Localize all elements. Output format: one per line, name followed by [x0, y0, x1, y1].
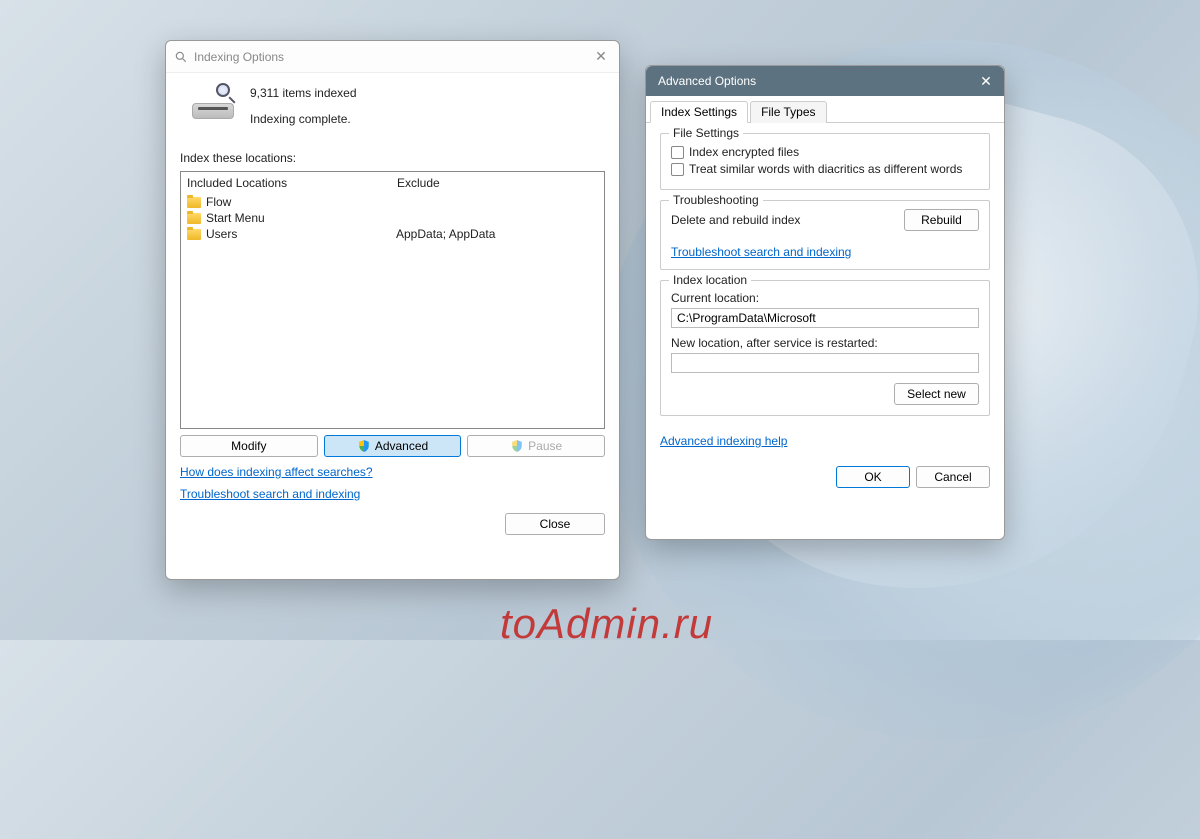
- advanced-options-window: Advanced Options ✕ Index Settings File T…: [645, 65, 1005, 540]
- file-settings-group: File Settings Index encrypted files Trea…: [660, 133, 990, 190]
- indexing-status: Indexing complete.: [250, 112, 357, 126]
- advanced-help-link[interactable]: Advanced indexing help: [660, 434, 787, 448]
- select-new-button[interactable]: Select new: [894, 383, 979, 405]
- checkbox-diacritics-label: Treat similar words with diacritics as d…: [689, 162, 962, 176]
- disk-search-icon: [188, 83, 238, 125]
- indexing-options-window: Indexing Options ✕ 9,311 items indexed I…: [165, 40, 620, 580]
- tab-strip: Index Settings File Types: [646, 96, 1004, 123]
- shield-icon: [510, 439, 524, 453]
- locations-listbox[interactable]: Included Locations Exclude Flow Start Me…: [180, 171, 605, 429]
- new-location-field[interactable]: [671, 353, 979, 373]
- rebuild-button[interactable]: Rebuild: [904, 209, 979, 231]
- pause-button-label: Pause: [528, 439, 562, 453]
- location-name: Users: [206, 227, 396, 241]
- troubleshoot-link[interactable]: Troubleshoot search and indexing: [180, 487, 360, 501]
- list-item[interactable]: Start Menu: [181, 210, 604, 226]
- locations-label: Index these locations:: [180, 151, 605, 165]
- group-legend: Index location: [669, 273, 751, 287]
- troubleshoot-link[interactable]: Troubleshoot search and indexing: [671, 245, 851, 259]
- troubleshooting-group: Troubleshooting Delete and rebuild index…: [660, 200, 990, 270]
- checkbox-diacritics[interactable]: [671, 163, 684, 176]
- current-location-field[interactable]: [671, 308, 979, 328]
- current-location-label: Current location:: [671, 291, 979, 305]
- close-button[interactable]: Close: [505, 513, 605, 535]
- shield-icon: [357, 439, 371, 453]
- index-location-group: Index location Current location: New loc…: [660, 280, 990, 416]
- column-included[interactable]: Included Locations: [187, 176, 397, 190]
- rebuild-label: Delete and rebuild index: [671, 213, 800, 227]
- help-link[interactable]: How does indexing affect searches?: [180, 465, 373, 479]
- folder-icon: [187, 197, 201, 208]
- modify-button[interactable]: Modify: [180, 435, 318, 457]
- checkbox-encrypted-label: Index encrypted files: [689, 145, 799, 159]
- ok-button[interactable]: OK: [836, 466, 910, 488]
- titlebar[interactable]: Advanced Options ✕: [646, 66, 1004, 96]
- location-name: Flow: [206, 195, 396, 209]
- close-icon[interactable]: ✕: [976, 73, 996, 90]
- location-exclude: AppData; AppData: [396, 227, 495, 241]
- folder-icon: [187, 213, 201, 224]
- pause-button: Pause: [467, 435, 605, 457]
- advanced-button-label: Advanced: [375, 439, 428, 453]
- folder-icon: [187, 229, 201, 240]
- titlebar[interactable]: Indexing Options ✕: [166, 41, 619, 73]
- checkbox-encrypted[interactable]: [671, 146, 684, 159]
- new-location-label: New location, after service is restarted…: [671, 336, 979, 350]
- indexing-icon: [174, 50, 188, 64]
- group-legend: File Settings: [669, 126, 743, 140]
- advanced-button[interactable]: Advanced: [324, 435, 462, 457]
- close-icon[interactable]: ✕: [591, 48, 611, 65]
- column-exclude[interactable]: Exclude: [397, 176, 598, 190]
- tab-file-types[interactable]: File Types: [750, 101, 826, 123]
- tab-index-settings[interactable]: Index Settings: [650, 101, 748, 123]
- cancel-button[interactable]: Cancel: [916, 466, 990, 488]
- window-title: Indexing Options: [194, 50, 591, 64]
- items-indexed-count: 9,311 items indexed: [250, 86, 357, 100]
- watermark-text: toAdmin.ru: [500, 600, 713, 648]
- list-item[interactable]: Users AppData; AppData: [181, 226, 604, 242]
- list-item[interactable]: Flow: [181, 194, 604, 210]
- window-title: Advanced Options: [658, 74, 976, 88]
- location-name: Start Menu: [206, 211, 396, 225]
- group-legend: Troubleshooting: [669, 193, 763, 207]
